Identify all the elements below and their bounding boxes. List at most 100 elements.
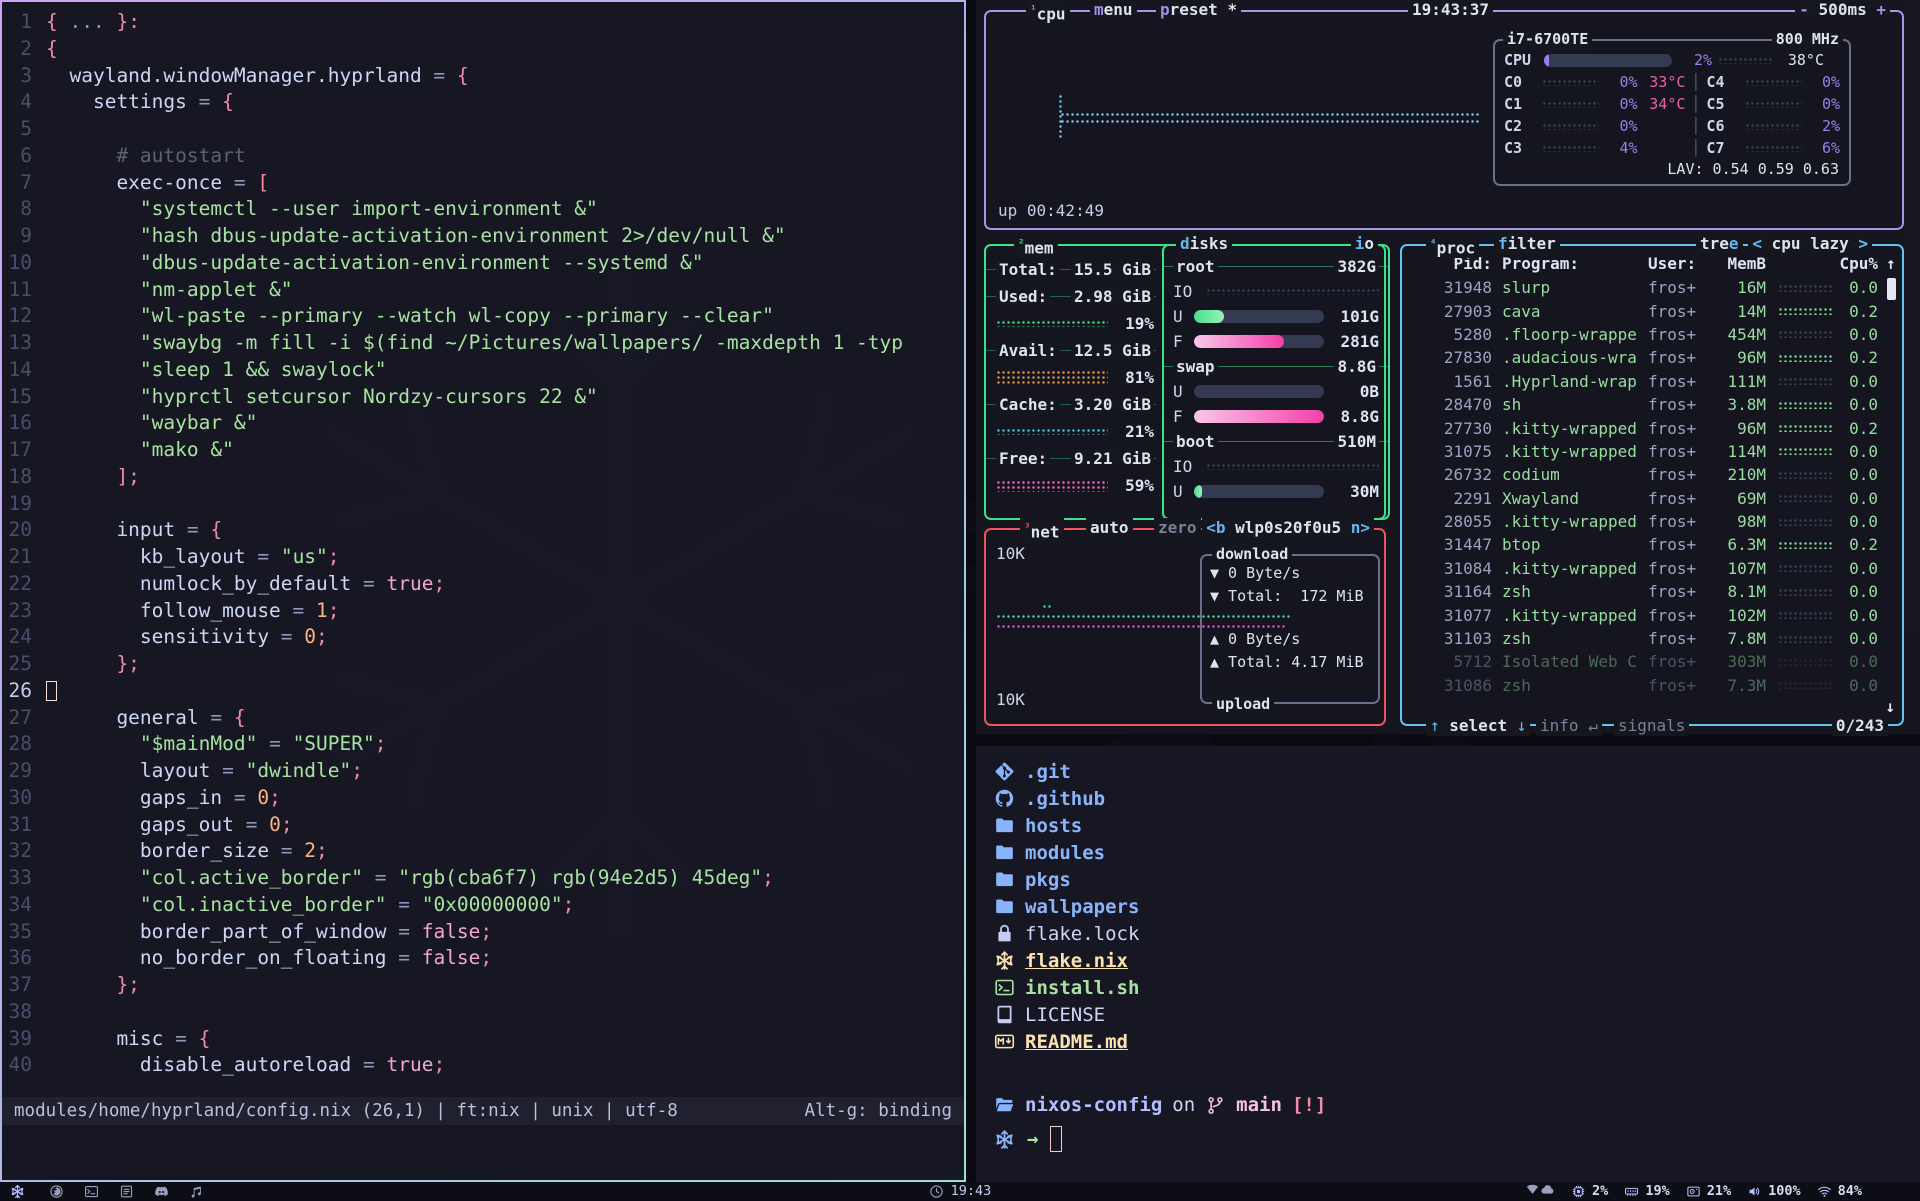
terminal-window[interactable]: .git.githubhostsmodulespkgswallpapersfla… bbox=[976, 746, 1920, 1182]
proc-row[interactable]: 2291Xwaylandfros+69M0.0 bbox=[1402, 487, 1902, 510]
line-text: settings = { bbox=[46, 89, 234, 116]
proc-row[interactable]: 31077.kitty-wrappedfros+102M0.0 bbox=[1402, 603, 1902, 626]
mem-stat-label: Used: bbox=[996, 287, 1050, 306]
line-text: "col.inactive_border" = "0x00000000"; bbox=[46, 892, 574, 919]
update-interval[interactable]: - 500ms + bbox=[1795, 0, 1890, 20]
net-zero-button[interactable]: zero bbox=[1154, 518, 1201, 538]
line-text: numlock_by_default = true; bbox=[46, 571, 445, 598]
mem-stat-row: Avail:12.5 GiB bbox=[986, 337, 1162, 364]
tab-cpu[interactable]: ¹cpu bbox=[1026, 0, 1070, 24]
proc-row[interactable]: 27903cavafros+14M0.2 bbox=[1402, 299, 1902, 322]
line-number: 37 bbox=[2, 972, 46, 999]
line-number: 22 bbox=[2, 571, 46, 598]
file-row: .git bbox=[976, 758, 1920, 785]
disk-bar-key: F bbox=[1173, 332, 1187, 351]
line-text: "waybar &" bbox=[46, 410, 257, 437]
proc-row[interactable]: 27830.audacious-wrafros+96M0.2 bbox=[1402, 346, 1902, 369]
preset-button[interactable]: preset * bbox=[1156, 0, 1241, 20]
file-row: README.md bbox=[976, 1028, 1920, 1055]
sort-direction-icon: ↑ bbox=[1878, 254, 1902, 273]
net-interface[interactable]: <b wlp0s20f0u5 n> bbox=[1202, 518, 1374, 538]
disk-bar-value: 101G bbox=[1331, 307, 1379, 326]
sort-selector[interactable]: < cpu lazy > bbox=[1748, 234, 1872, 254]
file-list: .git.githubhostsmodulespkgswallpapersfla… bbox=[976, 746, 1920, 1055]
editor-code[interactable]: 1{ ... }:2{3 wayland.windowManager.hyprl… bbox=[2, 9, 964, 1079]
line-text: "hash dbus-update-activation-environment… bbox=[46, 223, 786, 250]
file-row: .github bbox=[976, 785, 1920, 812]
editor-line: 28 "$mainMod" = "SUPER"; bbox=[2, 731, 964, 758]
disk-size: 8.8G bbox=[1334, 357, 1379, 376]
signals-button[interactable]: signals bbox=[1614, 716, 1689, 736]
proc-cpu-graph bbox=[1778, 401, 1834, 409]
shell-input-line[interactable]: → bbox=[994, 1126, 1062, 1152]
cpu-model: i7-6700TE bbox=[1503, 29, 1592, 49]
proc-row[interactable]: 26732codiumfros+210M0.0 bbox=[1402, 463, 1902, 486]
tab-mem[interactable]: ²mem bbox=[1014, 234, 1058, 258]
io-mode-button[interactable]: io bbox=[1351, 234, 1378, 254]
proc-row[interactable]: 31103zshfros+7.8M0.0 bbox=[1402, 627, 1902, 650]
proc-row[interactable]: 27730.kitty-wrappedfros+96M0.2 bbox=[1402, 416, 1902, 439]
editor-line: 33 "col.active_border" = "rgb(cba6f7) rg… bbox=[2, 865, 964, 892]
proc-row[interactable]: 31948slurpfros+16M0.0 bbox=[1402, 276, 1902, 299]
cpu-core-list: C00%33°C│C40%C10%34°C│C50%C20%│C62%C34%│… bbox=[1495, 71, 1849, 159]
line-number: 34 bbox=[2, 892, 46, 919]
mem-stat-label: Free: bbox=[996, 449, 1050, 468]
bar-clock-module[interactable]: 19:43 bbox=[0, 1183, 1920, 1199]
disk-io-meter bbox=[1206, 463, 1379, 470]
proc-row[interactable]: 28055.kitty-wrappedfros+98M0.0 bbox=[1402, 510, 1902, 533]
proc-row[interactable]: 31164zshfros+8.1M0.0 bbox=[1402, 580, 1902, 603]
disk-bar-value: 281G bbox=[1331, 332, 1379, 351]
git-icon bbox=[994, 761, 1015, 782]
proc-row[interactable]: 31086zshfros+7.3M0.0 bbox=[1402, 674, 1902, 697]
proc-row[interactable]: 31447btopfros+6.3M0.2 bbox=[1402, 533, 1902, 556]
cpu-core-row: C34%│C76% bbox=[1495, 137, 1849, 159]
proc-row[interactable]: 31084.kitty-wrappedfros+107M0.0 bbox=[1402, 557, 1902, 580]
proc-row[interactable]: 31075.kitty-wrappedfros+114M0.0 bbox=[1402, 440, 1902, 463]
menu-button[interactable]: menu bbox=[1090, 0, 1137, 20]
editor-line: 10 "dbus-update-activation-environment -… bbox=[2, 250, 964, 277]
net-totals-panel: download upload ▼ 0 Byte/s ▼ Total: 172 … bbox=[1200, 554, 1380, 704]
file-row: install.sh bbox=[976, 974, 1920, 1001]
disk-io-row: IO bbox=[1164, 279, 1388, 304]
core-meter bbox=[1542, 123, 1599, 130]
filter-button[interactable]: filter bbox=[1494, 234, 1560, 254]
select-buttons[interactable]: ↑ select ↓ bbox=[1426, 716, 1530, 736]
info-button[interactable]: info ↵ bbox=[1536, 716, 1602, 736]
line-text: no_border_on_floating = false; bbox=[46, 945, 492, 972]
file-row: modules bbox=[976, 839, 1920, 866]
cpu-core-row: C20%│C62% bbox=[1495, 115, 1849, 137]
disk-section-header: root382G bbox=[1164, 254, 1388, 279]
tree-button[interactable]: tree bbox=[1696, 234, 1743, 254]
proc-scrollbar[interactable] bbox=[1887, 278, 1896, 300]
editor-window[interactable]: 1{ ... }:2{3 wayland.windowManager.hyprl… bbox=[0, 0, 966, 1182]
line-number: 1 bbox=[2, 9, 46, 36]
line-text: { ... }: bbox=[46, 9, 140, 36]
tab-proc[interactable]: ⁴proc bbox=[1426, 234, 1479, 258]
upload-total: ▲ Total: 4.17 MiB bbox=[1202, 651, 1378, 674]
cpu-core-row: C00%33°C│C40% bbox=[1495, 71, 1849, 93]
proc-row[interactable]: 28470shfros+3.8M0.0 bbox=[1402, 393, 1902, 416]
net-auto-button[interactable]: auto bbox=[1086, 518, 1133, 538]
file-name: wallpapers bbox=[1025, 896, 1139, 918]
proc-scroll-down-icon[interactable]: ↓ bbox=[1885, 697, 1895, 716]
editor-line: 1{ ... }: bbox=[2, 9, 964, 36]
proc-row[interactable]: 1561.Hyprland-wrapfros+111M0.0 bbox=[1402, 370, 1902, 393]
line-text: }; bbox=[46, 651, 140, 678]
cpu-graph-tick bbox=[1058, 94, 1064, 140]
line-text: "swaybg -m fill -i $(find ~/Pictures/wal… bbox=[46, 330, 903, 357]
core-meter bbox=[1745, 79, 1802, 86]
proc-row[interactable]: 5280.floorp-wrappefros+454M0.0 bbox=[1402, 323, 1902, 346]
mem-stat-row: Free:9.21 GiB bbox=[986, 445, 1162, 472]
download-speed: ▼ 0 Byte/s bbox=[1202, 562, 1378, 585]
editor-line: 6 # autostart bbox=[2, 143, 964, 170]
editor-line: 4 settings = { bbox=[2, 89, 964, 116]
tab-net[interactable]: ³net bbox=[1020, 518, 1064, 542]
line-text bbox=[46, 678, 57, 705]
github-icon bbox=[994, 788, 1015, 809]
proc-cpu-graph bbox=[1778, 541, 1834, 549]
editor-line: 34 "col.inactive_border" = "0x00000000"; bbox=[2, 892, 964, 919]
proc-row[interactable]: 5712Isolated Web Cfros+303M0.0 bbox=[1402, 650, 1902, 673]
disk-usage-row: U101G bbox=[1164, 304, 1388, 329]
file-name: pkgs bbox=[1025, 869, 1071, 891]
disks-label[interactable]: disks bbox=[1176, 234, 1232, 254]
